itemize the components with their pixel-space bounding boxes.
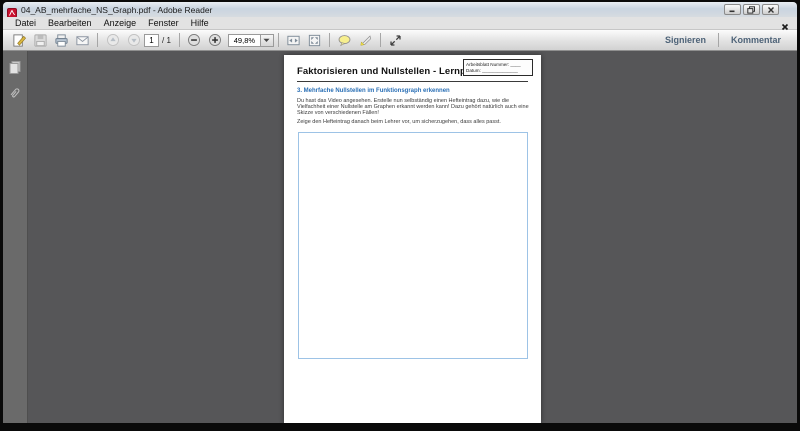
zoom-level-input[interactable] bbox=[228, 34, 261, 47]
content-region: Faktorisieren und Nullstellen - Lernpfad… bbox=[3, 51, 797, 423]
next-page-icon[interactable] bbox=[123, 31, 144, 49]
infobox-date-line: Datum: ______________ bbox=[466, 68, 530, 74]
menu-datei[interactable]: Datei bbox=[9, 18, 42, 28]
toolbar-separator bbox=[97, 33, 98, 47]
page-number-input[interactable] bbox=[144, 34, 159, 47]
document-viewport[interactable]: Faktorisieren und Nullstellen - Lernpfad… bbox=[28, 51, 797, 423]
zoom-out-icon[interactable] bbox=[184, 31, 205, 49]
menu-fenster[interactable]: Fenster bbox=[142, 18, 185, 28]
fit-page-icon[interactable] bbox=[304, 31, 325, 49]
menu-bar: Datei Bearbeiten Anzeige Fenster Hilfe bbox=[3, 17, 797, 30]
menu-anzeige[interactable]: Anzeige bbox=[98, 18, 143, 28]
page-total-label: / 1 bbox=[162, 36, 171, 45]
save-icon[interactable] bbox=[30, 31, 51, 49]
worksheet-infobox: Arbeitsblatt Nummer: ____ Datum: _______… bbox=[463, 59, 533, 76]
infobox-number-line: Arbeitsblatt Nummer: ____ bbox=[466, 62, 530, 68]
instruction-paragraph: Du hast das Video angesehen. Erstelle nu… bbox=[297, 98, 530, 116]
previous-page-icon[interactable] bbox=[102, 31, 123, 49]
attachments-paperclip-icon[interactable] bbox=[6, 84, 24, 102]
toolbar-separator bbox=[718, 33, 719, 47]
zoom-in-icon[interactable] bbox=[205, 31, 226, 49]
comment-button[interactable]: Kommentar bbox=[721, 35, 791, 45]
navigation-sidebar bbox=[3, 51, 28, 423]
toolbar: / 1 bbox=[3, 30, 797, 51]
close-button-icon[interactable] bbox=[762, 4, 779, 15]
print-icon[interactable] bbox=[51, 31, 72, 49]
menu-bearbeiten[interactable]: Bearbeiten bbox=[42, 18, 98, 28]
pdf-page: Faktorisieren und Nullstellen - Lernpfad… bbox=[284, 55, 541, 423]
comment-bubble-icon[interactable] bbox=[334, 31, 355, 49]
title-bar[interactable]: 04_AB_mehrfache_NS_Graph.pdf - Adobe Rea… bbox=[3, 2, 797, 17]
window-title: 04_AB_mehrfache_NS_Graph.pdf - Adobe Rea… bbox=[21, 5, 212, 15]
email-icon[interactable] bbox=[72, 31, 93, 49]
restore-button-icon[interactable] bbox=[743, 4, 760, 15]
fit-width-icon[interactable] bbox=[283, 31, 304, 49]
section-heading: 3. Mehrfache Nullstellen im Funktionsgra… bbox=[297, 88, 528, 94]
instruction-paragraph-2: Zeige den Hefteintrag danach beim Lehrer… bbox=[297, 119, 530, 125]
minimize-button-icon[interactable] bbox=[724, 4, 741, 15]
highlighter-icon[interactable] bbox=[355, 31, 376, 49]
zoom-dropdown-arrow-icon[interactable] bbox=[261, 34, 274, 47]
menu-hilfe[interactable]: Hilfe bbox=[185, 18, 215, 28]
sign-pen-icon[interactable] bbox=[9, 31, 30, 49]
document-close-icon[interactable] bbox=[781, 18, 789, 36]
window-frame: 04_AB_mehrfache_NS_Graph.pdf - Adobe Rea… bbox=[0, 0, 800, 431]
pdf-file-icon bbox=[7, 5, 17, 15]
toolbar-separator bbox=[179, 33, 180, 47]
sign-button[interactable]: Signieren bbox=[655, 35, 716, 45]
toolbar-separator bbox=[278, 33, 279, 47]
worksheet-header: Faktorisieren und Nullstellen - Lernpfad… bbox=[297, 63, 528, 82]
adobe-reader-window: 04_AB_mehrfache_NS_Graph.pdf - Adobe Rea… bbox=[3, 2, 797, 423]
hefteintrag-empty-box bbox=[298, 132, 528, 359]
page-thumbnails-icon[interactable] bbox=[6, 58, 24, 76]
expand-view-icon[interactable] bbox=[385, 31, 406, 49]
toolbar-separator bbox=[380, 33, 381, 47]
toolbar-separator bbox=[329, 33, 330, 47]
